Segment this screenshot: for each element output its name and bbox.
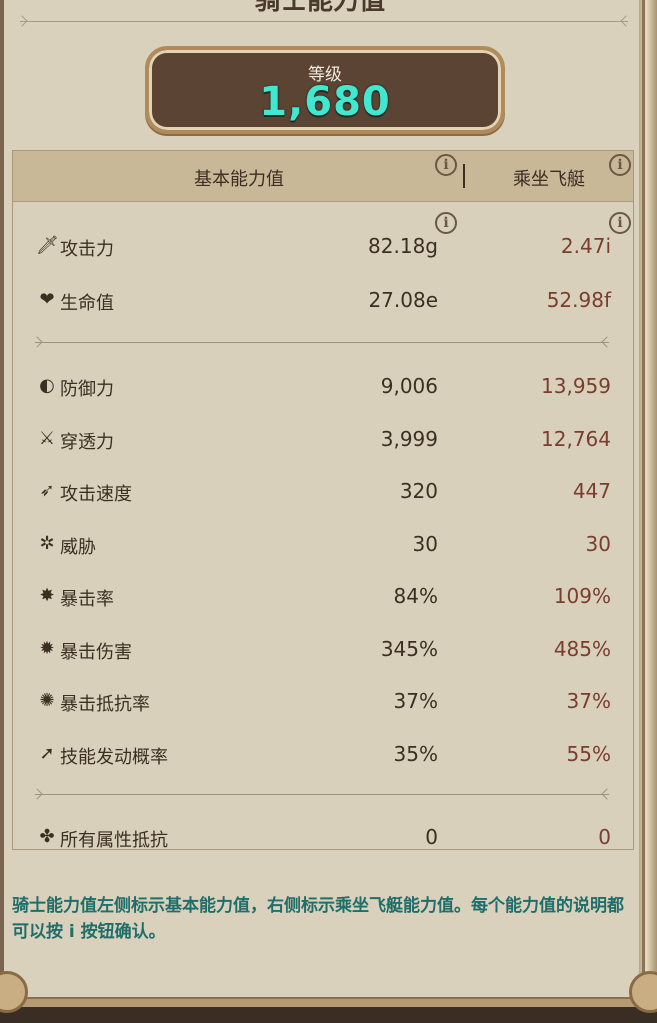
stat-row-defense[interactable]: ◐ 防御力 9,006 13,959 [13, 365, 633, 405]
stat-row-threat[interactable]: ✲ 威胁 30 30 [13, 523, 633, 563]
sword-icon: 🗡 [36, 235, 59, 256]
penetration-icon: ⚔ [38, 428, 56, 449]
stat-name: 攻击速度 [60, 484, 132, 505]
level-value: 1,680 [259, 79, 391, 125]
stat-ride-value: 109% [553, 584, 611, 608]
stat-base-value: 320 [399, 479, 438, 503]
ride-info-icon[interactable]: i [609, 154, 631, 176]
stat-base-value: 9,006 [380, 374, 438, 398]
stat-base-value: 0 [425, 825, 438, 849]
stat-name: 攻击力 [60, 239, 114, 260]
crit-resist-icon: ✺ [39, 690, 55, 711]
stats-table: 基本能力值 i 乘坐飞艇 i i i 🗡 攻击力 82.18g 2.47i ❤ … [12, 150, 634, 850]
crit-rate-icon: ✸ [39, 585, 55, 606]
help-note: 骑士能力值左侧标示基本能力值，右侧标示乘坐飞艇能力值。每个能力值的说明都可以按 … [12, 896, 624, 942]
stat-base-value: 30 [412, 532, 438, 556]
stat-row-crit-rate[interactable]: ✸ 暴击率 84% 109% [13, 575, 633, 615]
shield-icon: ◐ [39, 375, 55, 396]
stat-ride-value: 0 [598, 825, 611, 849]
section-divider [35, 794, 609, 795]
stat-base-value: 82.18g [368, 234, 438, 258]
stat-row-hp[interactable]: ❤ 生命值 27.08e 52.98f [13, 279, 633, 319]
attack-speed-icon: ➶ [39, 480, 55, 501]
stat-name: 所有属性抵抗 [60, 830, 168, 850]
stat-ride-value: 55% [566, 742, 611, 766]
stat-name: 暴击伤害 [60, 642, 132, 663]
stat-base-value: 345% [380, 637, 438, 661]
stat-name: 生命值 [60, 293, 114, 314]
base-info-icon[interactable]: i [435, 154, 457, 176]
title-divider [20, 21, 628, 22]
stat-name: 穿透力 [60, 432, 114, 453]
stat-row-crit-resist[interactable]: ✺ 暴击抵抗率 37% 37% [13, 680, 633, 720]
stat-ride-value: 2.47i [560, 234, 611, 258]
stat-name: 技能发动概率 [60, 747, 168, 768]
left-frame [0, 0, 4, 1023]
stat-row-crit-damage[interactable]: ✹ 暴击伤害 345% 485% [13, 628, 633, 668]
stat-ride-value: 37% [566, 689, 611, 713]
bottom-bar [0, 1007, 657, 1023]
stat-row-attack[interactable]: 🗡 攻击力 82.18g 2.47i [13, 225, 633, 265]
stat-base-value: 37% [393, 689, 438, 713]
stat-ride-value: 447 [572, 479, 611, 503]
threat-icon: ✲ [39, 533, 55, 554]
right-frame [639, 0, 657, 1023]
page-title: 骑士能力值 [254, 0, 385, 16]
all-resist-icon: ✤ [39, 826, 55, 847]
stat-name: 暴击抵抗率 [60, 694, 150, 715]
stat-base-value: 84% [393, 584, 438, 608]
stat-ride-value: 485% [553, 637, 611, 661]
section-divider [35, 342, 609, 343]
crit-damage-icon: ✹ [39, 638, 55, 659]
stat-row-skill-trigger[interactable]: ➚ 技能发动概率 35% 55% [13, 733, 633, 773]
stat-ride-value: 13,959 [541, 374, 611, 398]
stat-name: 暴击率 [60, 589, 114, 610]
stat-row-penetration[interactable]: ⚔ 穿透力 3,999 12,764 [13, 418, 633, 458]
stat-row-attack-speed[interactable]: ➶ 攻击速度 320 447 [13, 470, 633, 510]
stat-base-value: 35% [393, 742, 438, 766]
stat-ride-value: 52.98f [546, 288, 611, 312]
header-base-stats: 基本能力值 [194, 169, 284, 190]
stat-base-value: 3,999 [380, 427, 438, 451]
bottom-trim [0, 997, 657, 1007]
header-ride-airship: 乘坐飞艇 [513, 169, 585, 190]
skill-trigger-icon: ➚ [39, 743, 55, 764]
heart-icon: ❤ [39, 289, 55, 310]
stat-base-value: 27.08e [368, 288, 438, 312]
stat-name: 防御力 [60, 379, 114, 400]
stats-table-header: 基本能力值 i 乘坐飞艇 i [13, 151, 633, 202]
level-plaque: 等级 1,680 [145, 46, 505, 134]
stat-row-all-resist[interactable]: ✤ 所有属性抵抗 0 0 [13, 816, 633, 850]
stat-ride-value: 30 [585, 532, 611, 556]
stat-ride-value: 12,764 [541, 427, 611, 451]
stat-name: 威胁 [60, 537, 96, 558]
